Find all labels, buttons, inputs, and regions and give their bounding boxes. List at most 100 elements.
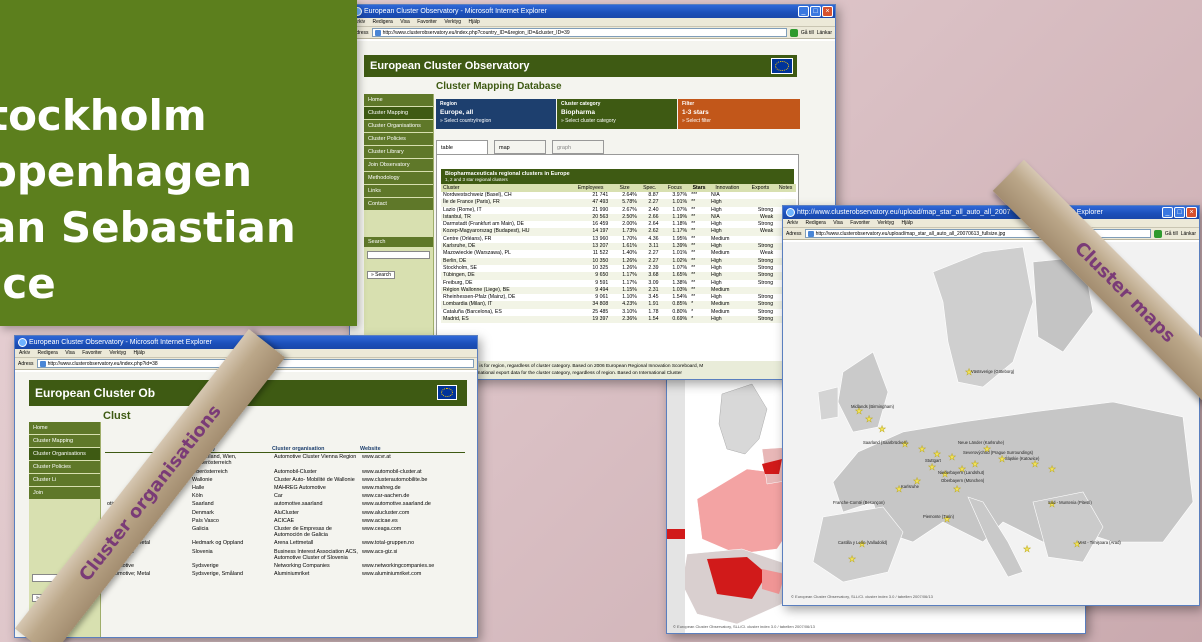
cell-cluster[interactable]: Tübingen, DE xyxy=(441,272,571,279)
cell-cluster[interactable]: Mazowieckie (Warszawa), PL xyxy=(441,250,571,257)
cell-cluster[interactable]: Berlin, DE xyxy=(441,258,571,265)
minimize-button[interactable]: _ xyxy=(798,6,809,17)
cell-website[interactable]: www.aluminiumriket.com xyxy=(360,570,465,578)
col-website[interactable]: Website xyxy=(360,446,465,453)
search-input[interactable] xyxy=(367,251,430,259)
col-size[interactable]: Size xyxy=(610,184,639,192)
address-input[interactable]: http://www.clusterobservatory.eu/index.p… xyxy=(371,28,787,37)
cell-cluster[interactable]: Cataluña (Barcelona), ES xyxy=(441,309,571,316)
map-star[interactable]: ★ xyxy=(1048,464,1056,474)
col-spec[interactable]: Spec. xyxy=(639,184,661,192)
map-star[interactable]: ★ xyxy=(948,452,956,462)
menu-visa[interactable]: Visa xyxy=(65,350,75,356)
table-row[interactable]: Rheinhessen-Pfalz (Mainz), DE 9 061 1.10% 3… xyxy=(441,294,796,301)
col-focus[interactable]: Focus xyxy=(661,184,690,192)
cell-cluster[interactable]: Centre (Orléans), FR xyxy=(441,236,571,243)
col-innovation[interactable]: Innovation xyxy=(709,184,746,192)
nav-cluster-organisations[interactable]: Cluster Organisations xyxy=(364,120,433,133)
go-button[interactable]: Gå till xyxy=(1165,228,1178,239)
table-row[interactable]: Karlsruhe, DE 13 207 1.61% 3.11 1.39% ** High S… xyxy=(441,243,796,251)
table-row[interactable]: Stockholm, SE 10 325 1.26% 2.39 1.07% ** High S… xyxy=(441,265,796,272)
map-star[interactable]: ★ xyxy=(971,459,979,469)
go-icon[interactable] xyxy=(1153,229,1162,238)
table-row[interactable]: Freiburg, DE 9 591 1.17% 3.09 1.38% ** High Str… xyxy=(441,280,796,287)
table-row[interactable]: Centre (Orléans), FR 13 960 1.70% 4.36 1.95%… xyxy=(441,236,796,243)
cell-cluster[interactable]: Karlsruhe, DE xyxy=(441,243,571,250)
table-row[interactable]: Madrid, ES 19 397 2.36% 1.54 0.69% * High Stron… xyxy=(441,316,796,324)
cell-website[interactable]: www.total-gruppen.no xyxy=(360,539,465,547)
menu-favoriter[interactable]: Favoriter xyxy=(850,220,870,226)
nav-cluster-mapping[interactable]: Cluster Mapping xyxy=(29,435,100,448)
filter-link[interactable]: » Select filter xyxy=(682,118,796,124)
table-row[interactable]: Mazowieckie (Warszawa), PL 11 522 1.40% 2.2… xyxy=(441,250,796,257)
col-stars[interactable]: Stars xyxy=(689,184,709,192)
go-icon[interactable] xyxy=(789,28,798,37)
menu-verktyg[interactable]: Verktyg xyxy=(444,19,461,25)
table-row[interactable]: Berlin, DE 10 350 1.26% 2.27 1.02% ** High Stro… xyxy=(441,257,796,265)
links-button[interactable]: Länkar xyxy=(1181,228,1196,239)
tab-graph[interactable]: graph xyxy=(552,140,604,154)
filter-category[interactable]: Cluster category Biopharma » Select clus… xyxy=(557,99,677,129)
close-button[interactable]: × xyxy=(822,6,833,17)
cell-cluster[interactable]: Rheinhessen-Pfalz (Mainz), DE xyxy=(441,294,571,301)
table-row[interactable]: Région Wallonne (Liege), BE 9 494 1.15% 2.3… xyxy=(441,286,796,295)
cell-cluster[interactable]: Freiburg, DE xyxy=(441,280,571,287)
cell-cluster[interactable]: Istanbul, TR xyxy=(441,214,571,221)
cell-website[interactable]: www.clusterautomobilite.be xyxy=(360,476,465,484)
cell-cluster[interactable]: Stockholm, SE xyxy=(441,265,571,272)
col-cluster[interactable]: Cluster xyxy=(441,184,571,192)
map-star[interactable]: ★ xyxy=(848,554,856,564)
links-button[interactable]: Länkar xyxy=(817,27,832,38)
col-employees[interactable]: Employees xyxy=(571,184,610,192)
map-star[interactable]: ★ xyxy=(928,462,936,472)
menu-redigera[interactable]: Redigera xyxy=(806,220,826,226)
tab-table[interactable]: table xyxy=(436,140,488,155)
cell-cluster[interactable]: Darmstadt (Frankfurt am Main), DE xyxy=(441,221,571,228)
cell-website[interactable]: www.automobil-cluster.at xyxy=(360,468,465,476)
table-row[interactable]: Île de France (Paris), FR 47 493 5.78% 2.27… xyxy=(441,199,796,207)
nav-cluster-library[interactable]: Cluster Library xyxy=(364,146,433,159)
menu-redigera[interactable]: Redigera xyxy=(373,19,393,25)
cell-website[interactable]: www.acs-giz.si xyxy=(360,548,465,562)
menu-arkiv[interactable]: Arkiv xyxy=(787,220,798,226)
minimize-button[interactable]: _ xyxy=(1162,207,1173,218)
table-row[interactable]: Istanbul, TR 20 563 2.50% 2.66 1.19% ** N/A Wea… xyxy=(441,213,796,222)
search-button[interactable]: » Search xyxy=(367,271,396,279)
table-row[interactable]: Cataluña (Barcelona), ES 25 485 3.10% 1.78 0… xyxy=(441,309,796,316)
map-star[interactable]: ★ xyxy=(918,444,926,454)
category-link[interactable]: » Select cluster category xyxy=(561,118,673,124)
col-exports[interactable]: Exports xyxy=(746,184,776,192)
nav-links[interactable]: Links xyxy=(364,185,433,198)
table-row[interactable]: Tübingen, DE 9 650 1.17% 3.68 1.65% ** High Str… xyxy=(441,272,796,280)
filter-stars[interactable]: Filter 1-3 stars » Select filter xyxy=(678,99,800,129)
nav-cluster-organisations[interactable]: Cluster Organisations xyxy=(29,448,100,461)
cell-cluster[interactable]: Lazio (Rome), IT xyxy=(441,207,571,214)
map-star[interactable]: ★ xyxy=(953,484,961,494)
close-button[interactable]: × xyxy=(1186,207,1197,218)
nav-cluster-policies[interactable]: Cluster Policies xyxy=(29,461,100,474)
col-organisation[interactable]: Cluster organisation xyxy=(272,446,360,453)
table-row[interactable]: Kozep-Magyarorszag (Budapest), HU 14 197 1… xyxy=(441,228,796,236)
cell-website[interactable]: www.alucluster.com xyxy=(360,509,465,517)
menu-hjalp[interactable]: Hjälp xyxy=(133,350,144,356)
cell-cluster[interactable]: Lombardia (Milan), IT xyxy=(441,301,571,308)
cell-cluster[interactable]: Région Wallonne (Liege), BE xyxy=(441,287,571,294)
nav-home[interactable]: Home xyxy=(364,94,433,107)
nav-home[interactable]: Home xyxy=(29,422,100,435)
nav-contact[interactable]: Contact xyxy=(364,198,433,211)
cell-website[interactable]: www.automotive.saarland.de xyxy=(360,500,465,508)
filter-region[interactable]: Region Europe, all » Select country/regi… xyxy=(436,99,556,129)
window-titlebar[interactable]: http://www.clusterobservatory.eu/upload/… xyxy=(783,206,1199,219)
cell-cluster[interactable]: Kozep-Magyarorszag (Budapest), HU xyxy=(441,228,571,235)
cell-website[interactable]: www.acicae.es xyxy=(360,517,465,525)
menu-hjalp[interactable]: Hjälp xyxy=(901,220,912,226)
menu-arkiv[interactable]: Arkiv xyxy=(19,350,30,356)
cell-website[interactable]: www.acvr.at xyxy=(360,453,465,468)
menu-hjalp[interactable]: Hjälp xyxy=(468,19,479,25)
cell-website[interactable]: www.car-aachen.de xyxy=(360,492,465,500)
cell-cluster[interactable]: Madrid, ES xyxy=(441,316,571,323)
menu-favoriter[interactable]: Favoriter xyxy=(417,19,437,25)
menu-visa[interactable]: Visa xyxy=(400,19,410,25)
window-titlebar[interactable]: European Cluster Observatory - Microsoft… xyxy=(350,5,835,18)
tab-map[interactable]: map xyxy=(494,140,546,154)
